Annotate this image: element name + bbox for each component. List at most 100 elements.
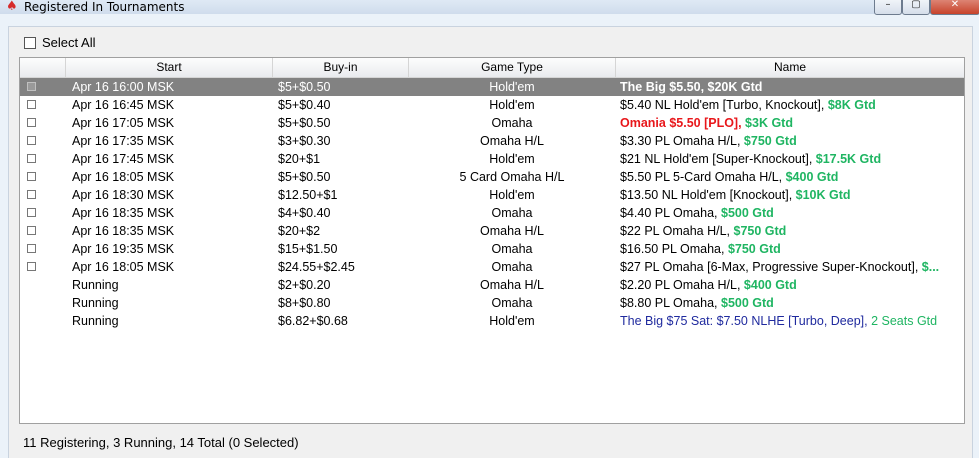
row-checkbox[interactable] [27,244,36,253]
row-guarantee: $3K Gtd [745,116,793,130]
table-row[interactable]: Apr 16 18:30 MSK $12.50+$1 Hold'em $13.50 N… [20,186,964,204]
table-row[interactable]: Apr 16 18:35 MSK $4+$0.40 Omaha $4.40 PL Om… [20,204,964,222]
table-row[interactable]: Running $2+$0.20 Omaha H/L $2.20 PL Omaha H… [20,276,964,294]
row-checkbox-cell [20,258,66,276]
header-checkbox-column[interactable] [20,58,66,77]
row-name-cell: $13.50 NL Hold'em [Knockout], $10K Gtd [620,186,964,204]
row-checkbox[interactable] [27,226,36,235]
row-name-cell: $2.20 PL Omaha H/L, $400 Gtd [620,276,964,294]
table-row[interactable]: Apr 16 16:00 MSK $5+$0.50 Hold'em The Big $… [20,78,964,96]
row-checkbox[interactable] [27,172,36,181]
table-row[interactable]: Apr 16 18:35 MSK $20+$2 Omaha H/L $22 PL Om… [20,222,964,240]
row-name-cell: $4.40 PL Omaha, $500 Gtd [620,204,964,222]
row-name: $5.40 NL Hold'em [Turbo, Knockout], [620,98,828,112]
title-bar: ♠ Registered In Tournaments – ▢ ✕ [0,0,979,15]
row-start: Apr 16 18:05 MSK [72,170,175,184]
header-buyin[interactable]: Buy-in [273,58,409,77]
row-buyin: $2+$0.20 [278,278,331,292]
row-game-type: Hold'em [489,314,535,328]
row-guarantee: $500 Gtd [721,206,774,220]
row-name: $13.50 NL Hold'em [Knockout], [620,188,796,202]
row-guarantee: $400 Gtd [785,170,839,184]
row-name-cell: The Big $5.50, $20K Gtd [620,78,964,96]
row-name: The Big $5.50, $20K Gtd [620,80,763,94]
table-row[interactable]: Running $6.82+$0.68 Hold'em The Big $75 Sat… [20,312,964,330]
row-game-type: Hold'em [489,188,535,202]
row-game-type: Omaha H/L [480,278,544,292]
row-buyin: $20+$1 [278,152,321,166]
row-name: $4.40 PL Omaha, [620,206,721,220]
row-guarantee: $500 Gtd [721,296,774,310]
row-start: Apr 16 18:35 MSK [72,206,175,220]
dialog-body: Select All Start Buy-in Game Type Name A… [8,26,973,458]
row-name-cell: $21 NL Hold'em [Super-Knockout], $17.5K … [620,150,964,168]
row-checkbox[interactable] [27,136,36,145]
table-row[interactable]: Apr 16 17:35 MSK $3+$0.30 Omaha H/L $3.30 P… [20,132,964,150]
row-buyin: $15+$1.50 [278,242,338,256]
row-checkbox-cell [20,96,66,114]
row-game-type: Hold'em [489,152,535,166]
row-start: Apr 16 19:35 MSK [72,242,175,256]
row-game-type: Omaha H/L [480,224,544,238]
row-game-type: Omaha [491,116,533,130]
table-row[interactable]: Apr 16 18:05 MSK $5+$0.50 5 Card Omaha H/L… [20,168,964,186]
vertical-scrollbar[interactable] [966,60,972,422]
maximize-button[interactable]: ▢ [902,0,930,15]
row-game-type: Omaha [491,296,533,310]
table-row[interactable]: Apr 16 19:35 MSK $15+$1.50 Omaha $16.50 PL … [20,240,964,258]
row-name: The Big $75 Sat: $7.50 NLHE [Turbo, Deep… [620,314,872,328]
row-name: $8.80 PL Omaha, [620,296,721,310]
row-checkbox[interactable] [27,262,36,271]
row-name-cell: $3.30 PL Omaha H/L, $750 Gtd [620,132,964,150]
tournament-list[interactable]: Start Buy-in Game Type Name Apr 16 16:00… [19,57,965,424]
row-name: $5.50 PL 5-Card Omaha H/L, [620,170,786,184]
row-checkbox-cell [20,240,66,258]
table-row[interactable]: Running $8+$0.80 Omaha $8.80 PL Omaha, $500… [20,294,964,312]
table-row[interactable]: Apr 16 18:05 MSK $24.55+$2.45 Omaha $27 PL … [20,258,964,276]
header-start[interactable]: Start [66,58,273,77]
row-checkbox-cell [20,312,66,330]
status-text: 11 Registering, 3 Running, 14 Total (0 S… [23,435,299,450]
row-guarantee: $750 Gtd [733,224,787,238]
header-name[interactable]: Name [616,58,964,77]
select-all-box[interactable] [24,36,36,49]
table-row[interactable]: Apr 16 17:05 MSK $5+$0.50 Omaha Omania $5.5… [20,114,964,132]
row-name-cell: The Big $75 Sat: $7.50 NLHE [Turbo, Deep… [620,312,964,330]
row-guarantee: $400 Gtd [743,278,797,292]
row-buyin: $8+$0.80 [278,296,331,310]
row-start: Apr 16 17:05 MSK [72,116,175,130]
select-all-checkbox[interactable]: Select All [24,35,95,50]
row-checkbox[interactable] [27,118,36,127]
header-game-type[interactable]: Game Type [409,58,616,77]
row-guarantee: $10K Gtd [795,188,851,202]
row-checkbox[interactable] [27,190,36,199]
row-name: $21 NL Hold'em [Super-Knockout], [620,152,816,166]
row-checkbox-cell [20,78,66,96]
row-checkbox-cell [20,294,66,312]
row-buyin: $5+$0.50 [278,116,331,130]
row-checkbox[interactable] [27,82,36,91]
row-checkbox[interactable] [27,208,36,217]
row-guarantee: $17.5K Gtd [815,152,882,166]
row-name-cell: Omania $5.50 [PLO], $3K Gtd [620,114,964,132]
row-buyin: $5+$0.50 [278,80,331,94]
table-row[interactable]: Apr 16 16:45 MSK $5+$0.40 Hold'em $5.40 NL … [20,96,964,114]
row-start: Apr 16 16:00 MSK [72,80,175,94]
row-guarantee: $750 Gtd [727,242,781,256]
row-checkbox[interactable] [27,154,36,163]
row-checkbox[interactable] [27,100,36,109]
select-all-label: Select All [42,35,96,50]
row-start: Running [72,278,119,292]
row-buyin: $24.55+$2.45 [278,260,355,274]
row-buyin: $4+$0.40 [278,206,331,220]
table-row[interactable]: Apr 16 17:45 MSK $20+$1 Hold'em $21 NL Hold… [20,150,964,168]
row-name-cell: $27 PL Omaha [6-Max, Progressive Super-K… [620,258,964,276]
row-checkbox-cell [20,222,66,240]
row-checkbox-cell [20,114,66,132]
row-start: Running [72,314,119,328]
row-name-cell: $5.50 PL 5-Card Omaha H/L, $400 Gtd [620,168,964,186]
row-start: Apr 16 17:45 MSK [72,152,175,166]
minimize-button[interactable]: – [874,0,902,15]
close-button[interactable]: ✕ [930,0,979,15]
row-buyin: $3+$0.30 [278,134,331,148]
